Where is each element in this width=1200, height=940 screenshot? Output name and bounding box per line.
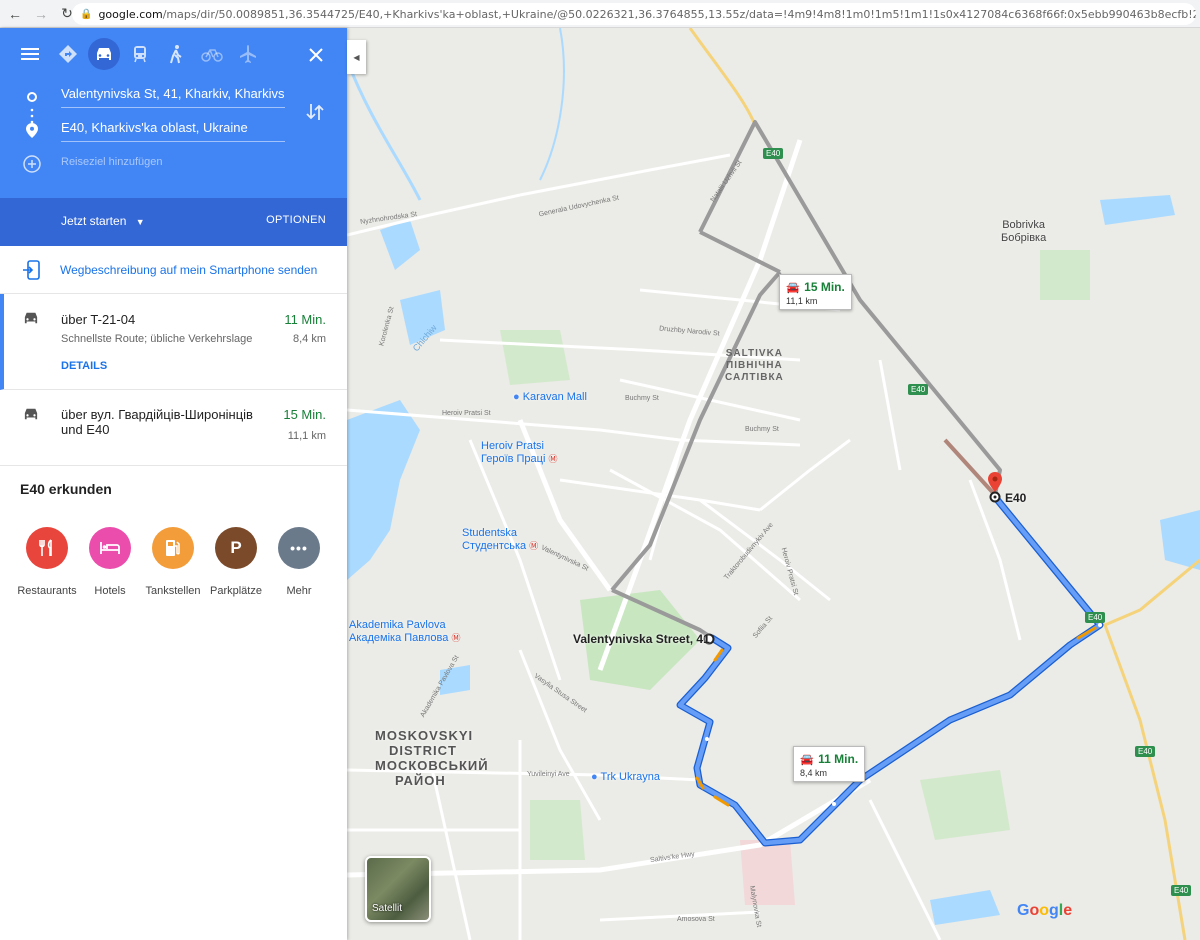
origin-input[interactable]: Valentynivska St, 41, Kharkiv, Kharkivs'… (61, 86, 285, 108)
url-bar[interactable]: 🔒 google.com /maps/dir/50.0089851,36.354… (72, 3, 1196, 25)
metro-icon: Ⓜ (548, 454, 558, 464)
route-time: 11 Min. (284, 312, 326, 327)
metro-studentska[interactable]: Studentska Студентська Ⓜ (462, 527, 538, 553)
add-destination-label: Reiseziel hinzufügen (61, 156, 163, 168)
route-option-1[interactable]: über T-21-04 Schnellste Route; übliche V… (0, 294, 347, 390)
street-label: Buchmy St (745, 426, 779, 433)
place-trk-ukrayna[interactable]: ● Trk Ukrayna (591, 771, 660, 783)
road-badge: E40 (1171, 885, 1192, 896)
destination-marker-icon (989, 491, 1001, 503)
place-bobrivka: Bobrivka Бобрівка (1001, 219, 1047, 244)
road-badge: E40 (908, 384, 929, 395)
route-distance: 8,4 km (292, 333, 326, 345)
flight-icon[interactable] (232, 38, 264, 70)
metro-icon: Ⓜ (529, 541, 539, 551)
google-logo: Google (1017, 902, 1073, 919)
depart-now-dropdown[interactable]: Jetzt starten ▼ (61, 214, 145, 228)
car-icon: 🚘 (786, 282, 800, 294)
restaurant-icon (26, 527, 68, 569)
more-icon: ••• (278, 527, 320, 569)
road-badge: E40 (1135, 746, 1156, 757)
lock-icon: 🔒 (80, 8, 93, 20)
route-option-2[interactable]: über вул. Гвардійців-Широнінців und E40 … (0, 390, 347, 466)
browser-toolbar: ← → ↻ 🔒 google.com /maps/dir/50.0089851,… (0, 0, 1200, 28)
metro-akademika-pavlova[interactable]: Akademika Pavlova Академіка Павлова Ⓜ (349, 619, 460, 645)
add-destination-row[interactable]: Reiseziel hinzufügen (0, 148, 347, 180)
satellite-label: Satellit (372, 903, 403, 914)
directions-icon[interactable] (52, 38, 84, 70)
callout-distance: 8,4 km (800, 768, 828, 778)
route-distance: 11,1 km (287, 430, 326, 442)
callout-time: 15 Min. (804, 280, 845, 294)
url-host: google.com (98, 7, 163, 21)
map-canvas[interactable]: Valentynivska Street, 41 E40 🚘 15 Min. 1… (347, 28, 1200, 940)
travel-mode-row (0, 28, 347, 84)
origin-dot-icon (27, 92, 37, 102)
satellite-toggle[interactable]: Satellit (365, 856, 431, 922)
route-callout-fast[interactable]: 🚘 11 Min. 8,4 km (793, 746, 866, 782)
details-button[interactable]: DETAILS (61, 360, 107, 372)
street-label: Buchmy St (625, 395, 659, 402)
map-graphics (347, 28, 1200, 940)
street-label: Yuvileinyi Ave (527, 771, 570, 778)
origin-label: Valentynivska Street, 41 (573, 632, 710, 646)
origin-row: Valentynivska St, 41, Kharkiv, Kharkivs'… (0, 80, 347, 112)
route-callout-alt[interactable]: 🚘 15 Min. 11,1 km (779, 274, 852, 310)
chevron-down-icon: ▼ (135, 217, 145, 227)
send-to-phone-row[interactable]: Wegbeschreibung auf mein Smartphone send… (0, 246, 347, 294)
swap-icon[interactable] (306, 102, 324, 122)
forward-arrow-icon[interactable]: → (30, 3, 52, 25)
departure-options-bar: Jetzt starten ▼ OPTIONEN (0, 198, 347, 246)
depart-now-label: Jetzt starten (61, 214, 127, 228)
category-label: Mehr (286, 585, 312, 597)
route-title: über T-21-04 (61, 312, 136, 327)
callout-time: 11 Min. (818, 752, 859, 766)
destination-pin-icon (26, 123, 38, 138)
url-path: /maps/dir/50.0089851,36.3544725/E40,+Kha… (162, 7, 1196, 21)
car-icon (24, 408, 38, 420)
explore-title: E40 erkunden (20, 481, 112, 497)
collapse-panel-button[interactable]: ◀ (347, 40, 366, 74)
road-badge: E40 (1085, 612, 1106, 623)
shopping-pin-icon: ● (591, 771, 598, 783)
car-icon (24, 312, 38, 324)
options-button[interactable]: OPTIONEN (266, 214, 326, 226)
gas-station-icon (152, 527, 194, 569)
callout-distance: 11,1 km (786, 296, 818, 306)
saltivka-label: SALTIVKA ПІВНІЧНА САЛТІВКА (725, 348, 784, 383)
parking-icon: P (215, 527, 257, 569)
category-more[interactable]: ••• Mehr (262, 527, 336, 597)
destination-row: E40, Kharkivs'ka oblast, Ukraine (0, 114, 347, 146)
car-icon[interactable] (88, 38, 120, 70)
road-badge: E40 (763, 148, 784, 159)
destination-label: E40 (1005, 491, 1027, 505)
transit-icon[interactable] (124, 38, 156, 70)
directions-header: Valentynivska St, 41, Kharkiv, Kharkivs'… (0, 28, 347, 198)
add-circle-icon (23, 155, 41, 173)
route-subtitle: Schnellste Route; übliche Verkehrslage (61, 333, 253, 345)
car-icon: 🚘 (800, 754, 814, 766)
metro-icon: Ⓜ (451, 633, 461, 643)
directions-panel: Valentynivska St, 41, Kharkiv, Kharkivs'… (0, 28, 347, 940)
menu-icon[interactable] (20, 45, 40, 68)
hotel-icon (89, 527, 131, 569)
shopping-pin-icon: ● (513, 391, 520, 403)
place-karavan-mall[interactable]: ● Karavan Mall (513, 391, 587, 403)
destination-input[interactable]: E40, Kharkivs'ka oblast, Ukraine (61, 120, 285, 142)
send-to-phone-icon (23, 260, 40, 280)
walk-icon[interactable] (160, 38, 192, 70)
street-label: Heroiv Pratsi St (442, 410, 491, 417)
route-time: 15 Min. (283, 407, 326, 422)
bicycle-icon[interactable] (196, 38, 228, 70)
back-arrow-icon[interactable]: ← (4, 3, 26, 25)
metro-heroiv-pratsi[interactable]: Heroiv Pratsi Героїв Праці Ⓜ (481, 440, 558, 466)
route-title: über вул. Гвардійців-Широнінців und E40 (61, 407, 253, 437)
close-icon[interactable] (308, 47, 324, 68)
district-label: MOSKOVSKYI DISTRICT МОСКОВСЬКИЙ РАЙОН (375, 728, 489, 788)
send-to-phone-link: Wegbeschreibung auf mein Smartphone send… (60, 263, 318, 277)
street-label: Amosova St (677, 916, 715, 923)
